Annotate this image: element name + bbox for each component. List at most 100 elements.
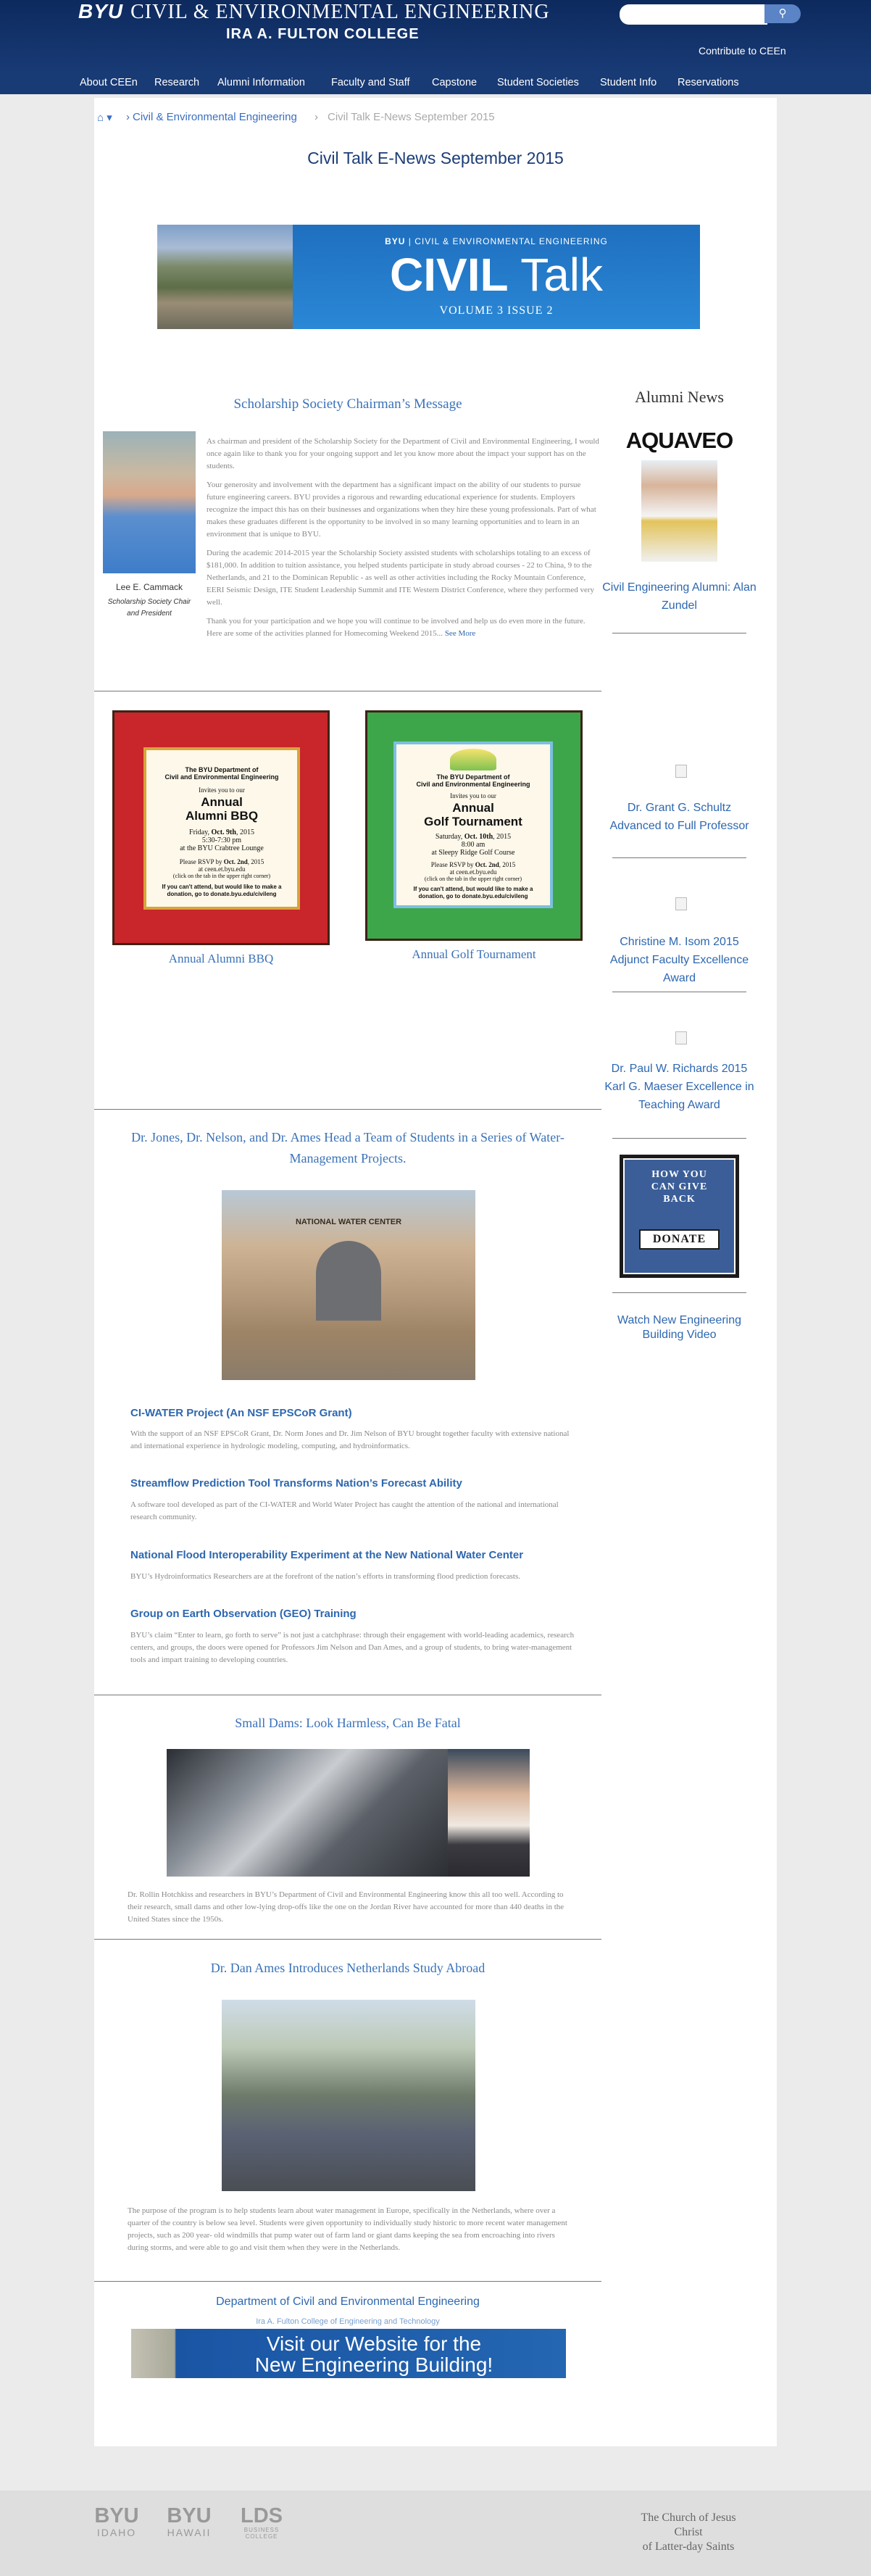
chairman-paragraph: Your generosity and involvement with the… — [207, 481, 596, 539]
search-input[interactable] — [620, 4, 767, 25]
bbq-rsvp-bold: Oct. 2nd — [223, 858, 248, 865]
chairman-role: Scholarship Society Chair and President — [107, 598, 191, 618]
see-more-link[interactable]: See More — [445, 629, 475, 638]
bbq-event-2: Alumni BBQ — [185, 809, 259, 823]
sidebar-divider — [612, 1292, 746, 1293]
water-item-text: BYU’s Hydroinformatics Researchers are a… — [130, 1572, 521, 1581]
golf-date-pre: Saturday, — [435, 833, 464, 841]
college-footer-link[interactable]: Ira A. Fulton College of Engineering and… — [94, 2317, 601, 2326]
golf-card: The BYU Department of Civil and Environm… — [393, 741, 553, 908]
visit-website-banner[interactable]: Visit our Website for the New Engineering… — [131, 2329, 566, 2378]
give-line-3: BACK — [663, 1194, 696, 1205]
dams-title[interactable]: Small Dams: Look Harmless, Can Be Fatal — [94, 1716, 601, 1731]
water-title[interactable]: Dr. Jones, Dr. Nelson, and Dr. Ames Head… — [109, 1127, 587, 1169]
netherlands-title[interactable]: Dr. Dan Ames Introduces Netherlands Stud… — [94, 1961, 601, 1976]
banner-text-panel: BYU | CIVIL & ENVIRONMENTAL ENGINEERING … — [293, 225, 700, 329]
bbq-date-pre: Friday, — [189, 828, 212, 836]
contribute-link[interactable]: Contribute to CEEn — [699, 45, 786, 57]
page-title: Civil Talk E-News September 2015 — [307, 149, 564, 167]
sidebar-divider — [612, 1138, 746, 1139]
lds-business-college-logo[interactable]: LDS BUSINESS COLLEGE — [230, 2505, 293, 2540]
give-back-panel: HOW YOU CAN GIVE BACK DONATE — [623, 1158, 735, 1274]
search-button[interactable]: ⚲ — [764, 4, 801, 23]
nav-alumni[interactable]: Alumni Information — [217, 77, 305, 88]
dept-footer-link[interactable]: Department of Civil and Environmental En… — [94, 2295, 601, 2309]
golf-rsvp: Please RSVP by Oct. 2nd, 2015 — [396, 861, 550, 868]
sidebar-item-zundel[interactable]: Civil Engineering Alumni: Alan Zundel — [601, 578, 757, 615]
visit-line-1: Visit our Website for the — [266, 2332, 482, 2355]
water-item-heading[interactable]: Streamflow Prediction Tool Transforms Na… — [130, 1477, 462, 1489]
water-item-heading[interactable]: National Flood Interoperability Experime… — [130, 1549, 523, 1561]
golf-date-bold: Oct. 10th — [464, 833, 493, 841]
give-back-badge[interactable]: HOW YOU CAN GIVE BACK DONATE — [620, 1155, 739, 1278]
golf-caption[interactable]: Annual Golf Tournament — [365, 947, 583, 962]
give-line-2: CAN GIVE — [651, 1181, 708, 1192]
golf-dept-name: Civil and Environmental Engineering — [416, 781, 530, 788]
bbq-invitation[interactable]: The BYU Department of Civil and Environm… — [112, 710, 330, 945]
sidebar-title: Alumni News — [635, 388, 724, 406]
section-divider — [94, 1109, 601, 1110]
donate-button[interactable]: DONATE — [639, 1229, 720, 1250]
golf-time: 8:00 am — [461, 841, 485, 849]
logo-big: BYU — [167, 2504, 212, 2527]
bbq-caption[interactable]: Annual Alumni BBQ — [112, 952, 330, 966]
bbq-event-1: Annual — [201, 795, 243, 809]
nav-reservations[interactable]: Reservations — [678, 77, 739, 88]
golf-invitation[interactable]: The BYU Department of Civil and Environm… — [365, 710, 583, 941]
civil-talk-banner: BYU | CIVIL & ENVIRONMENTAL ENGINEERING … — [157, 225, 700, 329]
nav-research[interactable]: Research — [154, 77, 199, 88]
byu-idaho-logo[interactable]: BYU IDAHO — [86, 2505, 148, 2538]
home-icon[interactable]: ⌂ ▾ — [97, 111, 112, 124]
site-brand[interactable]: BYU CIVIL & ENVIRONMENTAL ENGINEERING — [78, 0, 550, 24]
golf-dept: The BYU Department of — [436, 773, 510, 781]
nav-faculty[interactable]: Faculty and Staff — [331, 77, 410, 88]
church-logo[interactable]: The Church of Jesus Christ of Latter-day … — [630, 2511, 746, 2554]
nav-societies[interactable]: Student Societies — [497, 77, 579, 88]
breadcrumb-parent[interactable]: Civil & Environmental Engineering — [133, 111, 297, 123]
sidebar-item-isom[interactable]: Christine M. Isom 2015 Adjunct Faculty E… — [601, 933, 757, 987]
visit-line-2: New Engineering Building! — [254, 2353, 493, 2376]
water-item-heading[interactable]: CI-WATER Project (An NSF EPSCoR Grant) — [130, 1407, 352, 1419]
bbq-donate: If you can't attend, but would like to m… — [162, 884, 282, 897]
water-item-heading[interactable]: Group on Earth Observation (GEO) Trainin… — [130, 1608, 357, 1620]
sidebar-item-schultz[interactable]: Dr. Grant G. Schultz Advanced to Full Pr… — [601, 799, 757, 835]
golf-event-1: Annual — [452, 801, 494, 815]
campus-photo — [157, 225, 293, 329]
bbq-place: at the BYU Crabtree Lounge — [180, 844, 264, 852]
water-item-text: BYU’s claim “Enter to learn, go forth to… — [130, 1631, 575, 1664]
water-center-sign: NATIONAL WATER CENTER — [295, 1218, 402, 1226]
sidebar-item-richards[interactable]: Dr. Paul W. Richards 2015 Karl G. Maeser… — [601, 1060, 757, 1114]
chairman-photo — [103, 431, 196, 573]
banner-civil: CIVIL — [390, 249, 509, 301]
breadcrumb-sep: › — [314, 111, 318, 123]
logo-big: BYU — [94, 2504, 139, 2527]
give-line-1: HOW YOU — [651, 1169, 707, 1180]
section-divider — [94, 1939, 601, 1940]
nav-about[interactable]: About CEEn — [80, 77, 138, 88]
dams-photo — [167, 1749, 448, 1877]
byu-hawaii-logo[interactable]: BYU HAWAII — [158, 2505, 220, 2538]
give-back-text: HOW YOU CAN GIVE BACK — [625, 1168, 734, 1205]
golf-click: (click on the tab in the upper right cor… — [424, 876, 522, 882]
site-footer: BYU IDAHO BYU HAWAII LDS BUSINESS COLLEGE T… — [0, 2490, 871, 2576]
nav-student-info[interactable]: Student Info — [600, 77, 657, 88]
bbq-dept-name: Civil and Environmental Engineering — [164, 773, 279, 781]
banner-byu: BYU — [385, 236, 406, 246]
main-nav: About CEEn Research Alumni Information F… — [0, 72, 871, 94]
logo-small: IDAHO — [96, 2527, 137, 2538]
bbq-card: The BYU Department of Civil and Environm… — [143, 747, 300, 910]
watch-video-link[interactable]: Watch New Engineering Building Video — [601, 1313, 757, 1342]
chairman-name: Lee E. Cammack — [115, 582, 183, 592]
church-line-1: The Church of Jesus Christ — [641, 2511, 736, 2538]
brand-text: CIVIL & ENVIRONMENTAL ENGINEERING — [130, 1, 550, 23]
golf-rsvp-bold: Oct. 2nd — [475, 861, 499, 868]
aquaveo-logo[interactable]: AQUAVEO — [612, 428, 746, 454]
nav-capstone[interactable]: Capstone — [432, 77, 477, 88]
visit-text: Visit our Website for the New Engineering… — [189, 2333, 559, 2375]
college-name[interactable]: IRA A. FULTON COLLEGE — [226, 26, 420, 43]
zundel-photo — [641, 460, 717, 562]
sidebar-divider — [612, 857, 746, 858]
golf-invites: Invites you to our — [450, 792, 496, 799]
bbq-invites: Invites you to our — [199, 786, 245, 794]
bbq-rsvp: Please RSVP by Oct. 2nd, 2015 — [146, 858, 297, 865]
